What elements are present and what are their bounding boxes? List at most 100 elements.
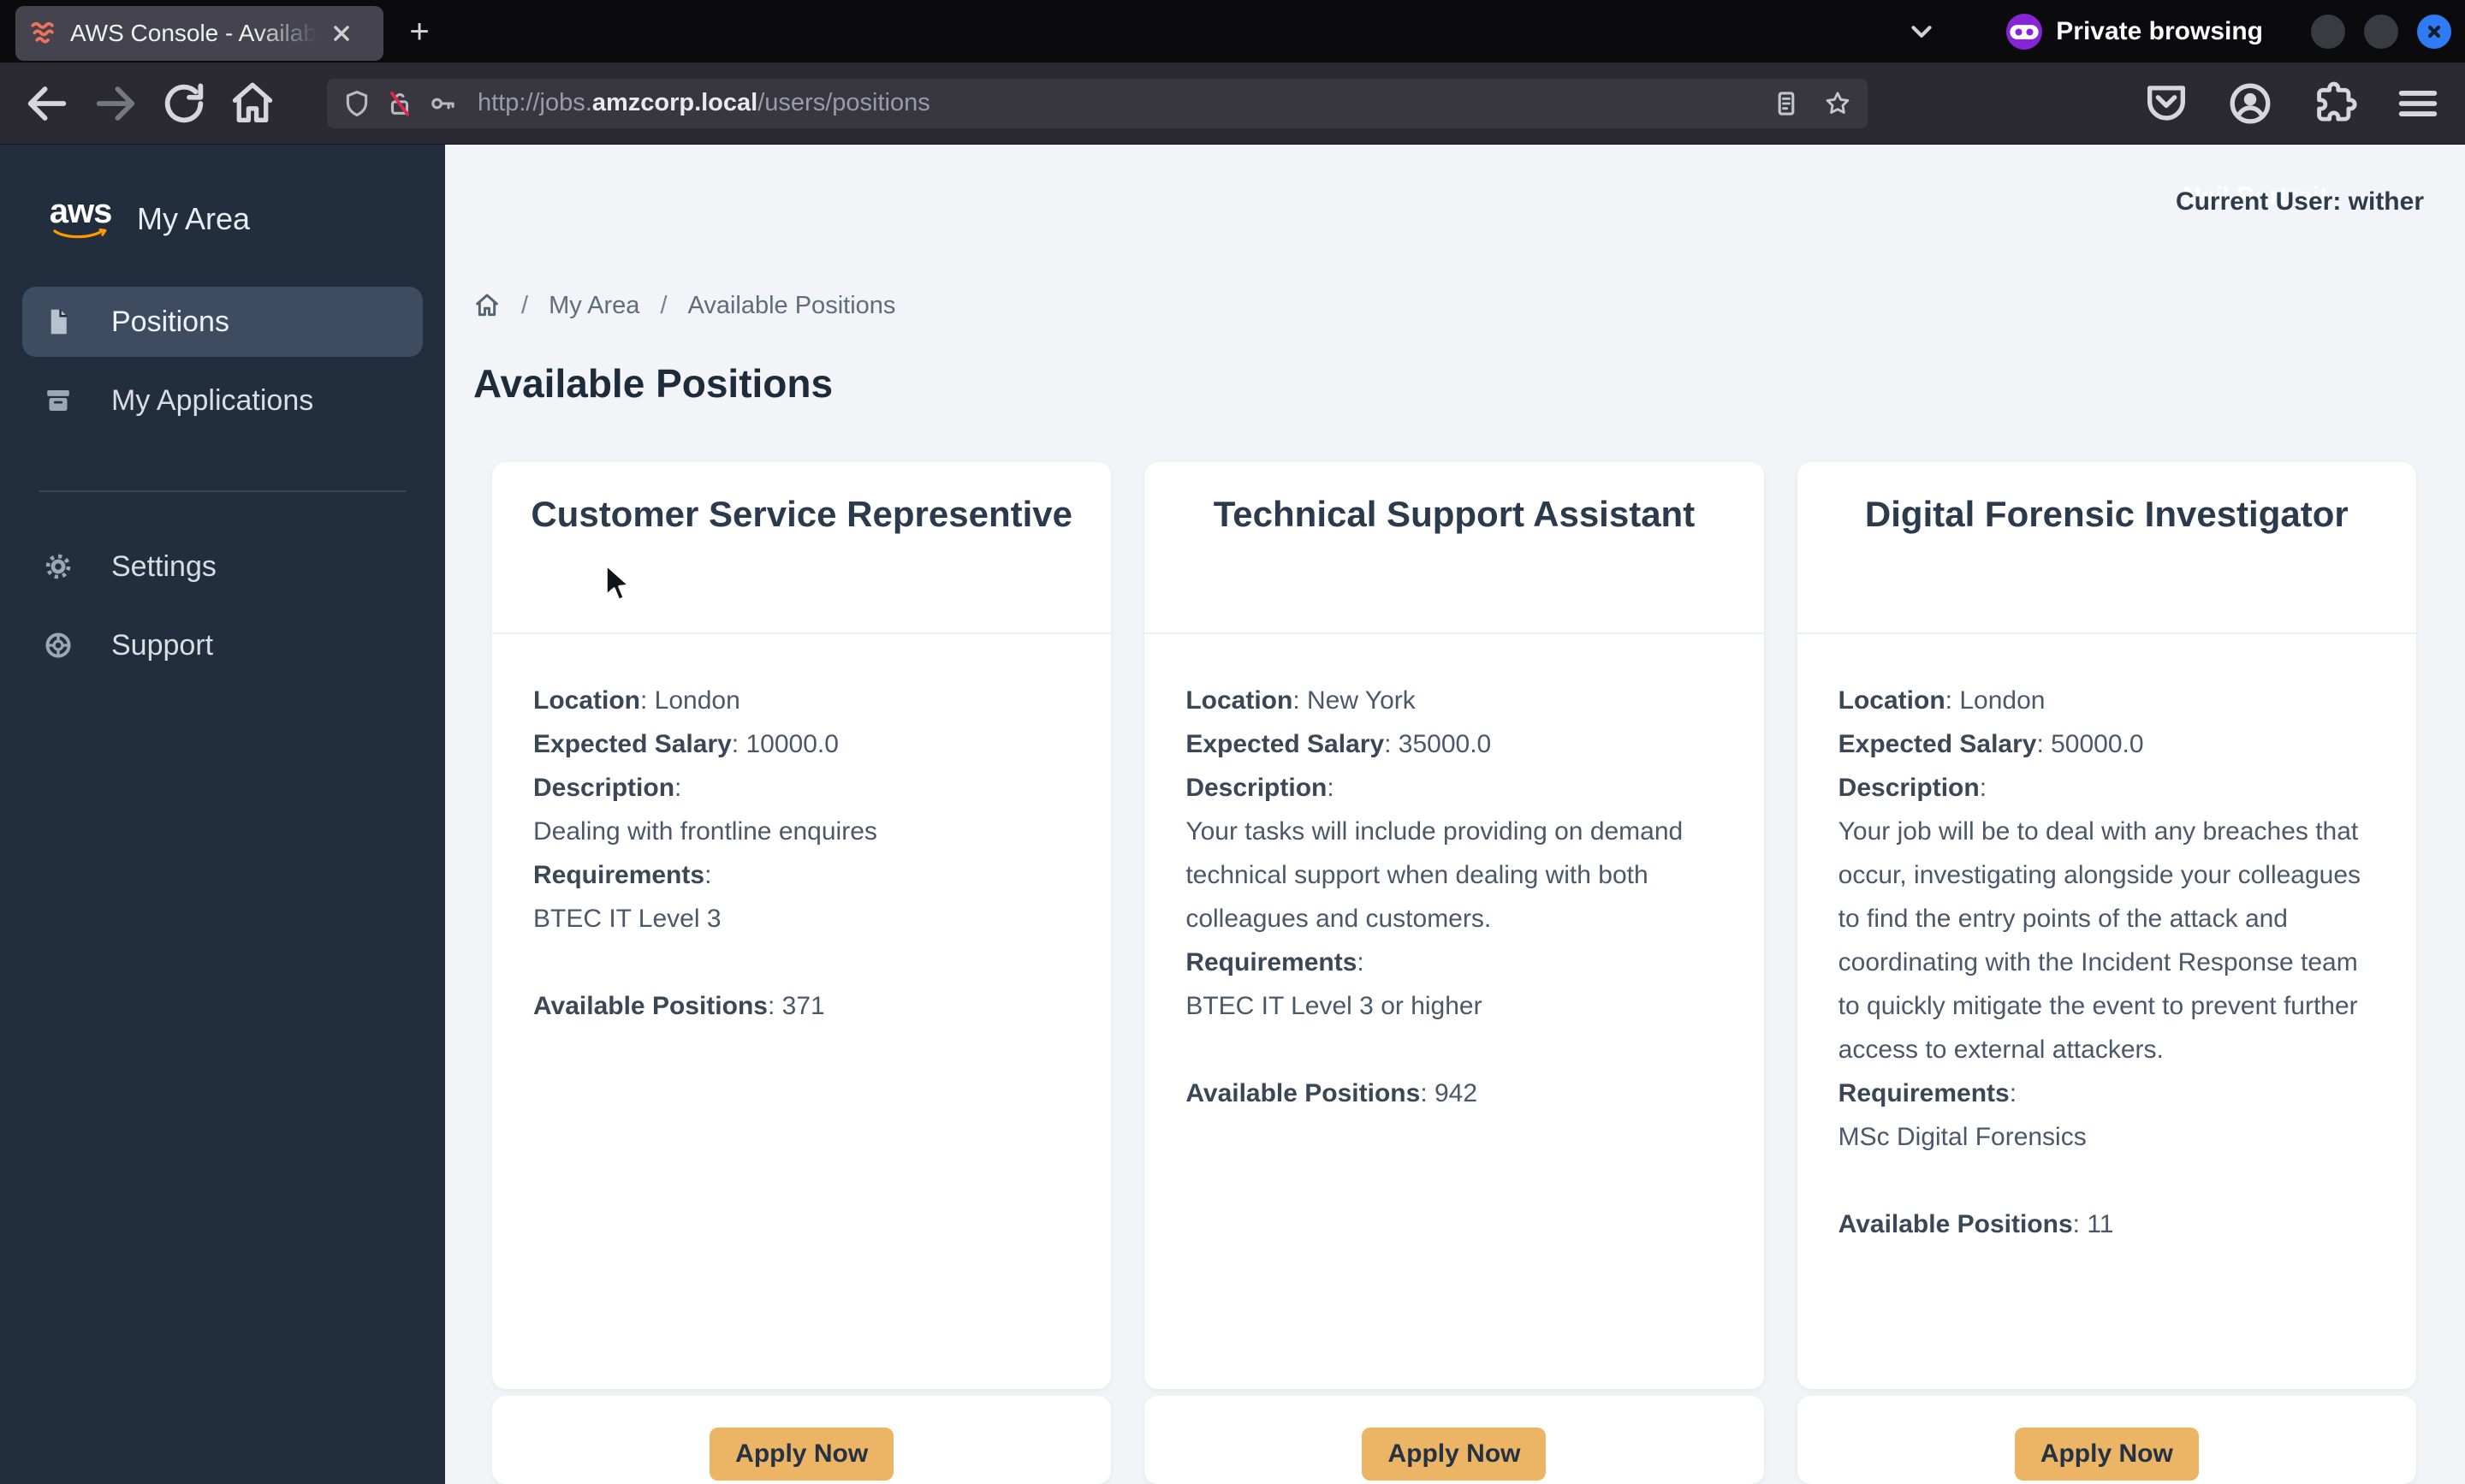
pocket-icon[interactable]: [2141, 79, 2191, 128]
sidebar-divider: [39, 490, 406, 492]
requirements-label-line: Requirements:: [533, 861, 712, 889]
available-positions-line: Available Positions: 942: [1185, 1079, 1478, 1107]
card-footer: Apply Now: [1144, 1396, 1764, 1484]
breadcrumb: / My Area / Available Positions: [473, 290, 2416, 321]
description-text: Your job will be to deal with any breach…: [1838, 817, 2361, 1064]
brand: aws My Area: [50, 191, 445, 247]
location-line: Location: London: [1838, 686, 2046, 715]
position-card: Technical Support Assistant Location: Ne…: [1144, 462, 1764, 1389]
available-positions-line: Available Positions: 11: [1838, 1210, 2114, 1238]
card-header: Technical Support Assistant: [1144, 462, 1764, 634]
card-header: Customer Service Representive: [492, 462, 1112, 634]
card-header: Digital Forensic Investigator: [1797, 462, 2416, 634]
card-footer: Apply Now: [1797, 1396, 2416, 1484]
browser-tab[interactable]: AWS Console - Available P: [15, 5, 383, 61]
requirements-text: MSc Digital Forensics: [1838, 1123, 2087, 1151]
breadcrumb-item-my-area[interactable]: My Area: [549, 292, 639, 320]
forward-button[interactable]: [91, 79, 140, 128]
url-text: http://jobs.amzcorp.local/users/position…: [478, 89, 930, 116]
document-icon: [43, 306, 74, 337]
salary-line: Expected Salary: 50000.0: [1838, 730, 2144, 758]
card-body: Location: London Expected Salary: 50000.…: [1797, 634, 2416, 1246]
home-button[interactable]: [228, 79, 277, 128]
main-content: Neil Portrait Current User: wither / My …: [445, 145, 2465, 1484]
breadcrumb-separator: /: [521, 291, 529, 319]
position-card: Customer Service Representive Location: …: [492, 462, 1112, 1389]
private-browsing-label: Private browsing: [2056, 16, 2263, 45]
description-label-line: Description:: [533, 774, 682, 802]
salary-line: Expected Salary: 35000.0: [1185, 730, 1492, 758]
aws-logo: aws: [50, 194, 112, 242]
position-title: Customer Service Representive: [531, 494, 1072, 534]
position-title: Digital Forensic Investigator: [1864, 494, 2349, 534]
gear-icon: [43, 551, 74, 582]
sidebar-item-positions[interactable]: Positions: [22, 287, 423, 357]
sidebar: aws My Area Positions My Applications Se…: [0, 145, 445, 1484]
insecure-lock-icon[interactable]: [385, 89, 414, 118]
private-mask-icon: [2006, 13, 2043, 50]
browser-toolbar: http://jobs.amzcorp.local/users/position…: [0, 62, 2465, 145]
sidebar-item-label: My Applications: [111, 383, 314, 417]
key-icon[interactable]: [428, 89, 457, 118]
apply-now-button[interactable]: Apply Now: [2014, 1428, 2199, 1481]
card-footer: Apply Now: [492, 1396, 1112, 1484]
sidebar-item-label: Support: [111, 628, 214, 662]
requirements-text: BTEC IT Level 3: [533, 905, 722, 933]
requirements-label-line: Requirements:: [1185, 948, 1364, 976]
description-text: Dealing with frontline enquires: [533, 817, 877, 846]
sidebar-item-my-applications[interactable]: My Applications: [22, 365, 423, 436]
requirements-label-line: Requirements:: [1838, 1079, 2017, 1107]
sidebar-item-settings[interactable]: Settings: [22, 531, 423, 602]
window-controls: [2311, 14, 2451, 49]
tracking-shield-icon[interactable]: [342, 89, 371, 118]
apply-now-button[interactable]: Apply Now: [710, 1428, 894, 1481]
apply-now-button[interactable]: Apply Now: [1362, 1428, 1547, 1481]
back-button[interactable]: [22, 79, 72, 128]
reload-button[interactable]: [159, 79, 209, 128]
browser-tab-bar: AWS Console - Available P + Private brow…: [0, 0, 2465, 62]
reader-mode-icon[interactable]: [1772, 89, 1801, 118]
bookmark-star-icon[interactable]: [1823, 89, 1852, 118]
description-text: Your tasks will include providing on dem…: [1185, 817, 1684, 933]
description-label-line: Description:: [1185, 774, 1334, 802]
sidebar-item-label: Settings: [111, 549, 217, 583]
private-browsing-badge: Private browsing: [2006, 13, 2263, 50]
sidebar-item-support[interactable]: Support: [22, 610, 423, 680]
mouse-cursor: [599, 561, 637, 609]
location-line: Location: New York: [1185, 686, 1416, 715]
breadcrumb-separator: /: [660, 291, 668, 319]
list-tabs-chevron-icon[interactable]: [1905, 15, 1938, 48]
breadcrumb-home-icon[interactable]: [473, 292, 501, 319]
lifebuoy-icon: [43, 630, 74, 661]
close-window-button[interactable]: [2417, 14, 2451, 49]
url-bar[interactable]: http://jobs.amzcorp.local/users/position…: [327, 78, 1868, 128]
description-label-line: Description:: [1838, 774, 1987, 802]
salary-line: Expected Salary: 10000.0: [533, 730, 839, 758]
brand-label: My Area: [137, 201, 251, 236]
page-title: Available Positions: [473, 361, 834, 406]
aws-swoosh-icon: [52, 229, 109, 242]
new-tab-button[interactable]: +: [395, 8, 443, 56]
tab-title: AWS Console - Available P: [70, 19, 327, 46]
card-body: Location: London Expected Salary: 10000.…: [492, 634, 1111, 1028]
site-favicon-icon: [29, 19, 58, 48]
position-title: Technical Support Assistant: [1213, 494, 1696, 534]
breadcrumb-item-available-positions[interactable]: Available Positions: [688, 292, 896, 320]
sidebar-nav: Positions My Applications Settings Suppo…: [22, 287, 423, 680]
menu-hamburger-icon[interactable]: [2393, 79, 2443, 128]
archive-box-icon: [43, 385, 74, 416]
positions-grid: Customer Service Representive Location: …: [492, 462, 2416, 1484]
user-status: Neil Portrait Current User: wither: [2175, 182, 2424, 225]
tab-close-icon[interactable]: [327, 19, 356, 48]
position-card: Digital Forensic Investigator Location: …: [1797, 462, 2416, 1389]
available-positions-line: Available Positions: 371: [533, 992, 825, 1020]
maximize-button[interactable]: [2364, 14, 2398, 49]
current-user-label: Current User: wither: [2175, 187, 2424, 216]
minimize-button[interactable]: [2311, 14, 2345, 49]
toolbar-right: [2141, 79, 2443, 128]
account-icon[interactable]: [2225, 79, 2275, 128]
sidebar-item-label: Positions: [111, 305, 229, 338]
card-body: Location: New York Expected Salary: 3500…: [1144, 634, 1763, 1115]
requirements-text: BTEC IT Level 3 or higher: [1185, 992, 1482, 1020]
extensions-icon[interactable]: [2309, 79, 2359, 128]
